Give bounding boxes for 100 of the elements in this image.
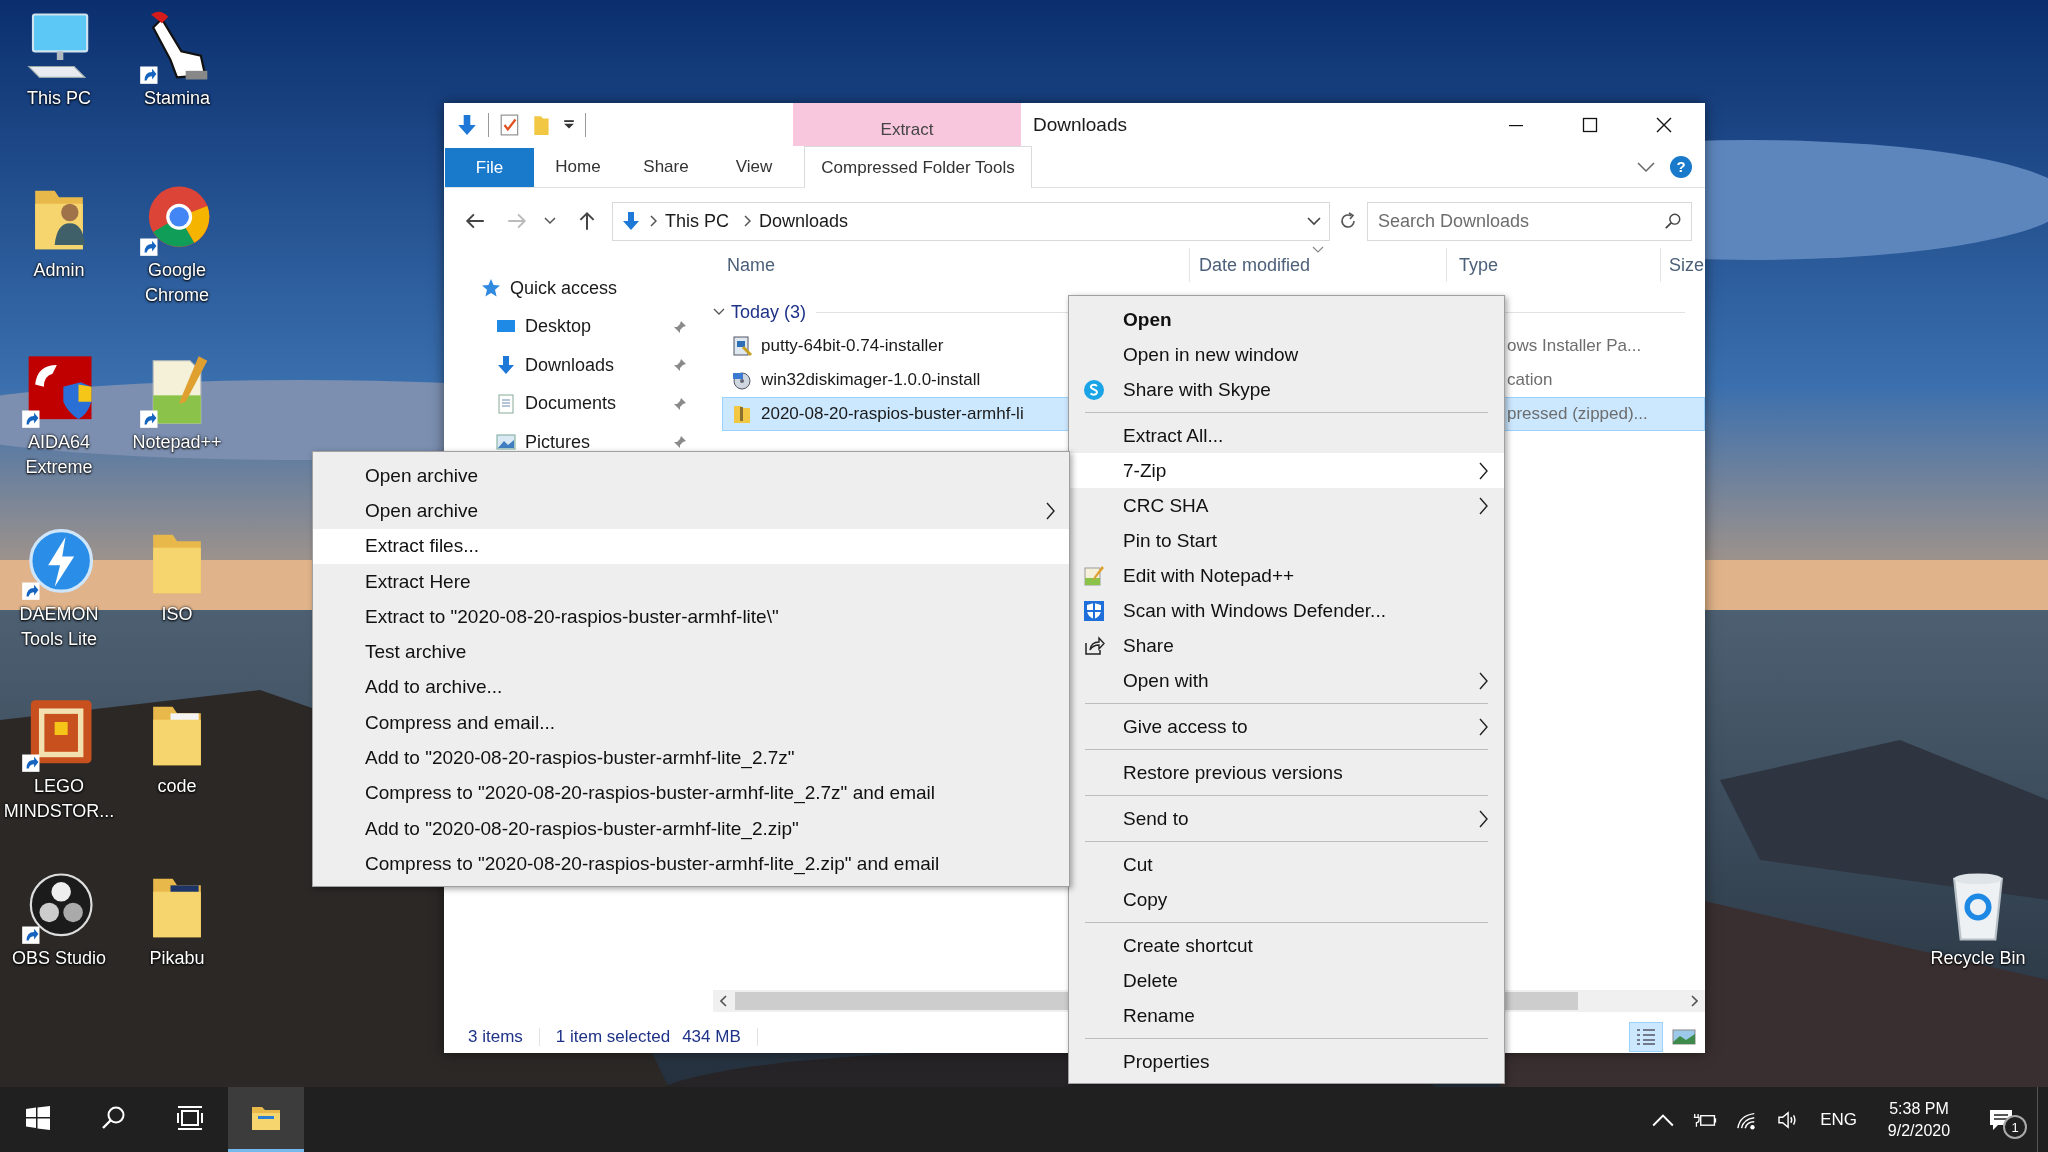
notification-badge: 1	[2003, 1115, 2027, 1139]
menu-item[interactable]: Open archive	[313, 493, 1069, 529]
checklist-icon[interactable]	[499, 113, 521, 136]
address-bar[interactable]: This PC Downloads	[612, 201, 1330, 241]
menu-item[interactable]: Add to "2020-08-20-raspios-buster-armhf-lite_2.zip"	[313, 810, 1069, 847]
installer-icon	[731, 335, 753, 357]
image-icon	[1672, 1028, 1696, 1046]
menu-item[interactable]: Compress to "2020-08-20-raspios-buster-armhf-lite_2.7z" and email	[313, 775, 1069, 811]
file-name: putty-64bit-0.74-installer	[761, 336, 944, 356]
caret-icon[interactable]	[563, 118, 575, 131]
file-row[interactable]: putty-64bit-0.74-installer	[722, 329, 1068, 363]
icon-label: Google Chrome	[144, 259, 210, 307]
menu-item[interactable]: Rename	[1069, 998, 1504, 1033]
menu-item[interactable]: CRC SHA	[1069, 488, 1504, 523]
ribbon-tab[interactable]: Compressed Folder Tools	[804, 146, 1032, 188]
selection-size: 434 MB	[682, 1027, 741, 1047]
file-type[interactable]: pressed (zipped)...	[1505, 397, 1705, 431]
scroll-right-icon[interactable]	[1690, 995, 1698, 1007]
ribbon-tab[interactable]: View	[710, 146, 798, 187]
maximize-icon[interactable]	[1582, 116, 1598, 133]
menu-item[interactable]: Open with	[1069, 663, 1504, 698]
download-arrow-icon[interactable]	[456, 113, 478, 136]
file-name: 2020-08-20-raspios-buster-armhf-li	[761, 404, 1024, 424]
menu-item[interactable]: Open	[1069, 302, 1504, 337]
scroll-left-icon[interactable]	[720, 995, 728, 1007]
nav-item[interactable]: Pictures	[525, 431, 591, 453]
file-row[interactable]: win32diskimager-1.0.0-install	[722, 363, 1068, 397]
column-header[interactable]: Date modified	[1190, 248, 1447, 282]
column-header[interactable]: Size	[1661, 248, 1705, 282]
nav-item[interactable]: Documents	[525, 393, 617, 415]
file-type[interactable]: ows Installer Pa...	[1505, 329, 1705, 363]
icon-label: Notepad++	[132, 431, 222, 454]
refresh-icon[interactable]	[1338, 211, 1358, 231]
nav-item[interactable]: Downloads	[525, 354, 615, 376]
menu-item[interactable]: Extract All...	[1069, 418, 1504, 453]
download-arrow-icon	[621, 211, 641, 231]
notepad-icon	[1083, 564, 1105, 587]
window-title: Downloads	[1033, 112, 1127, 137]
menu-item[interactable]: Test archive	[313, 634, 1069, 670]
file-type[interactable]: cation	[1505, 363, 1705, 397]
clock-time: 5:38 PM	[1889, 1099, 1949, 1118]
disk-icon	[731, 369, 753, 391]
clock[interactable]: 5:38 PM 9/2/2020	[1869, 1087, 1969, 1152]
chevron-right-icon	[743, 215, 751, 227]
menu-item[interactable]: Copy	[1069, 882, 1504, 917]
search-icon	[1664, 211, 1682, 230]
menu-item[interactable]: Pin to Start	[1069, 523, 1504, 558]
menu-item[interactable]: Restore previous versions	[1069, 755, 1504, 790]
menu-item[interactable]: 7-Zip	[1069, 453, 1504, 488]
folder-button[interactable]	[228, 1087, 304, 1152]
help-button[interactable]: ?	[1670, 155, 1692, 178]
menu-item[interactable]: Properties	[1069, 1044, 1504, 1079]
details-view-button[interactable]	[1629, 1022, 1663, 1052]
menu-item[interactable]: Compress and email...	[313, 705, 1069, 741]
menu-item[interactable]: Extract Here	[313, 563, 1069, 600]
chevron-down-icon[interactable]	[713, 308, 725, 316]
column-header[interactable]: Name	[699, 248, 1190, 282]
menu-item[interactable]: Open archive	[313, 458, 1069, 494]
menu-item[interactable]: Cut	[1069, 847, 1504, 882]
image-icon	[496, 432, 516, 453]
menu-item[interactable]: Delete	[1069, 963, 1504, 998]
close-icon[interactable]	[1655, 115, 1673, 134]
chevron-down-icon[interactable]	[1307, 216, 1321, 226]
menu-item[interactable]: Share	[1069, 628, 1504, 663]
menu-item[interactable]: Compress to "2020-08-20-raspios-buster-armhf-lite_2.zip" and email	[313, 846, 1069, 882]
search-field[interactable]: Search Downloads	[1367, 201, 1692, 241]
menu-item[interactable]: Extract files...	[313, 528, 1069, 564]
breadcrumb[interactable]: Downloads	[759, 210, 849, 232]
breadcrumb[interactable]: This PC	[665, 210, 729, 232]
menu-item[interactable]: Send to	[1069, 801, 1504, 836]
icon-label: code	[157, 775, 197, 798]
menu-item[interactable]: Share with Skype	[1069, 372, 1504, 407]
menu-item[interactable]: Extract to "2020-08-20-raspios-buster-armhf-lite\"	[313, 599, 1069, 635]
file-row[interactable]: 2020-08-20-raspios-buster-armhf-li	[722, 397, 1068, 431]
chevron-down-icon[interactable]	[544, 217, 556, 225]
icon-label: ISO	[161, 603, 193, 626]
menu-item[interactable]: Edit with Notepad++	[1069, 558, 1504, 593]
star-icon	[481, 278, 501, 299]
nav-item[interactable]: Desktop	[525, 316, 592, 338]
group-header[interactable]: Today (3)	[731, 301, 807, 323]
menu-item[interactable]: Open in new window	[1069, 337, 1504, 372]
icon-label: OBS Studio	[11, 947, 107, 970]
icon-label: Recycle Bin	[1930, 947, 2026, 970]
language-indicator[interactable]: ENG	[1820, 1109, 1857, 1130]
selection-info: 1 item selected	[555, 1027, 671, 1047]
menu-item[interactable]: Add to "2020-08-20-raspios-buster-armhf-lite_2.7z"	[313, 740, 1069, 776]
menu-item[interactable]: Create shortcut	[1069, 928, 1504, 963]
menu-item[interactable]: Add to archive...	[313, 669, 1069, 706]
file-name: win32diskimager-1.0.0-install	[761, 370, 981, 390]
ribbon-tab[interactable]: Home	[534, 146, 622, 187]
nav-item[interactable]: Quick access	[510, 277, 618, 299]
column-header[interactable]: Type	[1447, 248, 1661, 282]
icon-label: This PC	[27, 87, 91, 110]
ribbon-tab[interactable]: File	[445, 148, 534, 187]
menu-item[interactable]: Scan with Windows Defender...	[1069, 593, 1504, 628]
document-icon	[496, 393, 516, 414]
menu-item[interactable]: Give access to	[1069, 709, 1504, 744]
ribbon-tab[interactable]: Share	[622, 146, 710, 187]
chat-bubble-icon	[1083, 378, 1105, 401]
chevron-down-icon[interactable]	[1636, 160, 1656, 173]
